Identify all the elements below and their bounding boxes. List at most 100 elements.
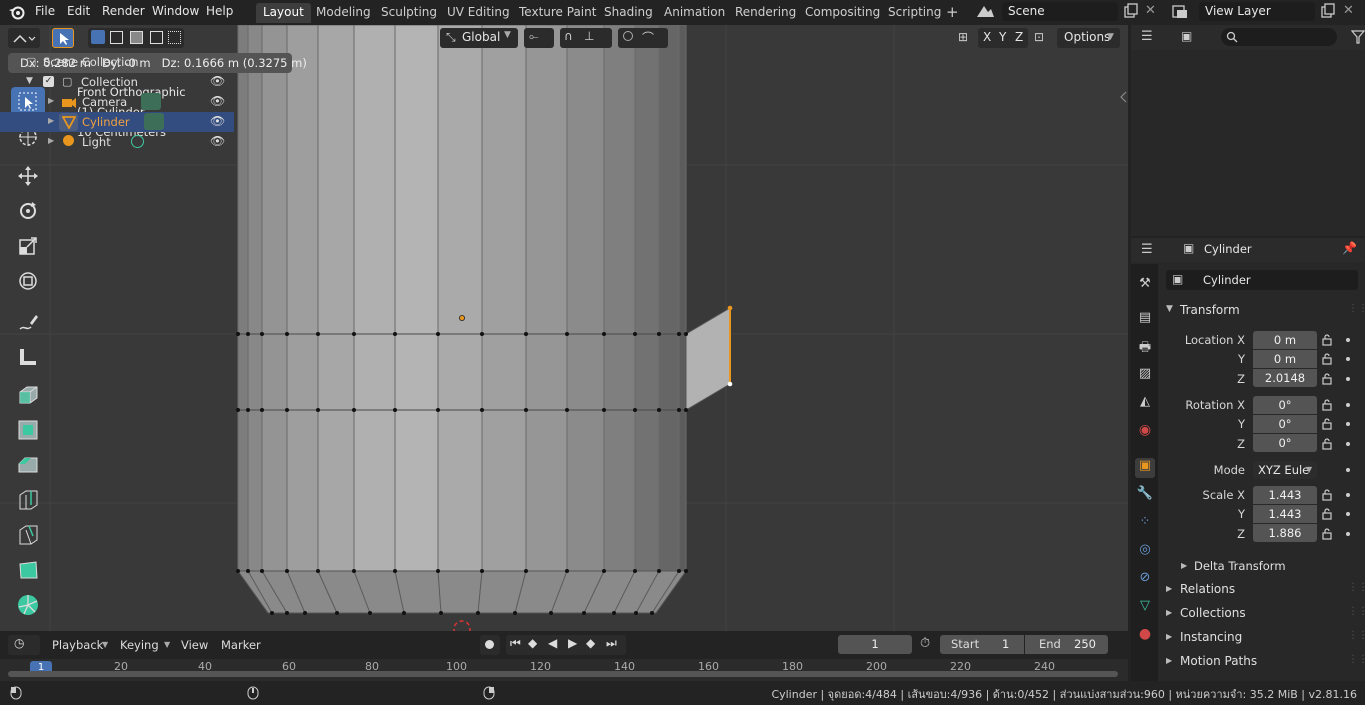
object-props-icon[interactable]: ▣ — [1135, 458, 1155, 478]
scene-icon[interactable] — [974, 3, 996, 21]
tab-modeling[interactable]: Modeling — [309, 3, 378, 23]
eye-icon[interactable]: 👁 — [210, 134, 225, 148]
delta-transform-subpanel[interactable]: ▶ Delta Transform — [1160, 556, 1362, 578]
light-data-icon[interactable] — [131, 135, 144, 148]
properties-editor-icon[interactable]: ☰ — [1141, 242, 1153, 257]
play-icon[interactable]: ▶ — [568, 636, 577, 650]
rotation-z-field[interactable]: 0° — [1253, 434, 1317, 452]
axis-y-toggle[interactable]: Y — [999, 30, 1006, 44]
knife-tool[interactable] — [11, 520, 45, 550]
drag-handle-icon[interactable]: ⋮⋮ — [1348, 630, 1365, 641]
menu-file[interactable]: File — [35, 4, 55, 18]
poly-build-tool[interactable] — [11, 555, 45, 585]
tab-sculpting[interactable]: Sculpting — [374, 3, 444, 23]
checkbox-icon[interactable]: ✓ — [43, 76, 54, 87]
location-z-field[interactable]: 2.0148 — [1253, 369, 1317, 387]
current-frame-field[interactable]: 1 — [838, 635, 912, 654]
filter-icon[interactable] — [1351, 30, 1365, 44]
view-layer-props-icon[interactable]: ▨ — [1135, 366, 1155, 386]
expand-arrow-icon[interactable]: ▶ — [48, 96, 54, 105]
next-keyframe-icon[interactable]: ◆ — [586, 636, 595, 650]
lock-icon[interactable] — [1321, 399, 1333, 411]
select-intersect-icon[interactable] — [168, 31, 181, 44]
tab-texture-paint[interactable]: Texture Paint — [512, 3, 603, 23]
relations-panel-header[interactable]: ▶ Relations ⋮⋮ — [1160, 579, 1365, 601]
spin-tool[interactable] — [11, 590, 45, 620]
material-icon[interactable]: ● — [1135, 626, 1155, 646]
scene-props-icon[interactable]: ◭ — [1135, 394, 1155, 414]
mirror-icon[interactable]: ⊞ — [958, 30, 968, 44]
keyframe-dot-icon[interactable] — [1346, 422, 1350, 426]
tab-shading[interactable]: Shading — [597, 3, 660, 23]
view-layer-icon[interactable] — [1170, 3, 1192, 21]
select-subtract-icon[interactable] — [130, 31, 143, 44]
outliner-search-input[interactable] — [1221, 28, 1337, 46]
constraints-icon[interactable]: ⊘ — [1135, 570, 1155, 590]
extrude-tool[interactable] — [11, 380, 45, 410]
eye-icon[interactable]: 👁 — [210, 74, 225, 88]
axis-z-toggle[interactable]: Z — [1015, 30, 1023, 44]
record-button[interactable] — [480, 635, 500, 655]
axis-x-toggle[interactable]: X — [983, 30, 991, 44]
select-new-icon[interactable] — [91, 30, 105, 44]
rotation-mode-dropdown[interactable]: XYZ Eule ▼ — [1253, 461, 1317, 479]
start-frame-field[interactable]: Start 1 — [940, 635, 1024, 654]
modifier-wrench-icon[interactable]: 🔧 — [1135, 486, 1155, 506]
lock-icon[interactable] — [1321, 438, 1333, 450]
proportional-edit-icon[interactable] — [623, 31, 633, 41]
world-icon[interactable]: ◉ — [1135, 422, 1155, 442]
drag-handle-icon[interactable]: ⋮⋮ — [1348, 303, 1365, 314]
options-dropdown[interactable]: Options ▼ — [1057, 28, 1120, 48]
keying-menu[interactable]: Keying — [120, 638, 159, 652]
camera-data-icon[interactable] — [141, 93, 161, 110]
play-reverse-icon[interactable]: ◀ — [548, 636, 557, 650]
keyframe-dot-icon[interactable] — [1346, 403, 1350, 407]
transform-orientation-dropdown[interactable]: ⤡ Global ▼ — [440, 28, 518, 48]
menu-help[interactable]: Help — [206, 4, 233, 18]
proportional-edit-group[interactable]: ⌒ — [618, 28, 668, 48]
drag-handle-icon[interactable]: ⋮⋮ — [1348, 582, 1365, 593]
stopwatch-icon[interactable]: ⏱ — [920, 636, 930, 651]
lock-icon[interactable] — [1321, 508, 1333, 520]
keyframe-dot-icon[interactable] — [1346, 357, 1350, 361]
outliner-row-cylinder[interactable]: ▶ Cylinder 👁 — [0, 112, 234, 132]
scale-tool[interactable] — [11, 231, 45, 261]
falloff-curve-icon[interactable]: ⌒ — [642, 29, 654, 46]
keyframe-dot-icon[interactable] — [1346, 493, 1350, 497]
inset-tool[interactable] — [11, 415, 45, 445]
tab-rendering[interactable]: Rendering — [728, 3, 803, 23]
motion-paths-panel-header[interactable]: ▶ Motion Paths ⋮⋮ — [1160, 651, 1365, 673]
close-view-layer-icon[interactable]: ✕ — [1343, 3, 1354, 18]
auto-merge-icon[interactable]: ⊡ — [1034, 30, 1044, 44]
menu-render[interactable]: Render — [102, 4, 145, 18]
outliner-row-collection[interactable]: ▼ ✓ ▢ Collection 👁 — [0, 72, 234, 92]
keyframe-dot-icon[interactable] — [1346, 532, 1350, 536]
measure-tool[interactable] — [11, 342, 45, 372]
tab-animation[interactable]: Animation — [657, 3, 732, 23]
drag-handle-icon[interactable]: ⋮⋮ — [1348, 606, 1365, 617]
keyframe-dot-icon[interactable] — [1346, 512, 1350, 516]
timeline-editor-type-button[interactable]: ◷ — [8, 635, 40, 655]
timeline-scrollbar[interactable] — [8, 671, 1118, 677]
location-x-field[interactable]: 0 m — [1253, 331, 1317, 349]
expand-arrow-icon[interactable]: ▶ — [48, 116, 54, 125]
expand-arrow-icon[interactable]: ▼ — [26, 76, 33, 86]
select-mode-button[interactable] — [52, 28, 74, 48]
object-name-field[interactable]: ▣ Cylinder — [1166, 270, 1358, 290]
copy-view-layer-icon[interactable] — [1320, 3, 1336, 19]
snap-target-icon[interactable]: ⊥ — [584, 29, 594, 43]
rotation-x-field[interactable]: 0° — [1253, 396, 1317, 414]
tab-layout[interactable]: Layout — [256, 3, 311, 23]
lock-icon[interactable] — [1321, 418, 1333, 430]
rotation-y-field[interactable]: 0° — [1253, 415, 1317, 433]
keyframe-dot-icon[interactable] — [1346, 468, 1350, 472]
scene-field[interactable]: Scene — [1002, 2, 1118, 21]
jump-start-icon[interactable]: ⏮ — [510, 636, 521, 651]
render-icon[interactable]: ▤ — [1135, 310, 1155, 330]
location-y-field[interactable]: 0 m — [1253, 350, 1317, 368]
drag-handle-icon[interactable]: ⋮⋮ — [1348, 654, 1365, 665]
outliner-row-camera[interactable]: ▶ Camera 👁 — [0, 92, 234, 112]
keyframe-dot-icon[interactable] — [1346, 442, 1350, 446]
keyframe-dot-icon[interactable] — [1346, 338, 1350, 342]
lock-icon[interactable] — [1321, 373, 1333, 385]
